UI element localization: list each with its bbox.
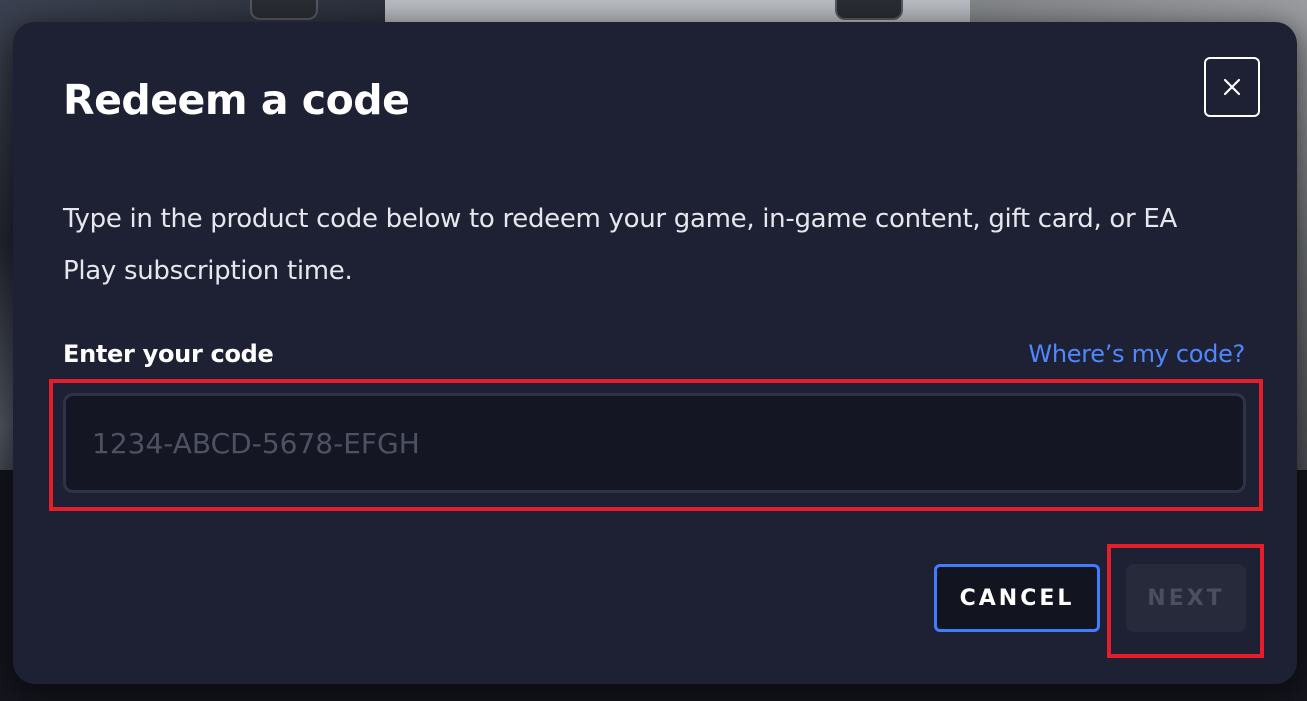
dialog-description: Type in the product code below to redeem…	[63, 204, 1177, 286]
cancel-button[interactable]: CANCEL	[934, 564, 1100, 632]
background-decoration	[250, 0, 318, 20]
close-button[interactable]	[1204, 57, 1260, 117]
next-button[interactable]: NEXT	[1126, 564, 1246, 632]
dialog-title: Redeem a code	[63, 76, 410, 124]
close-icon	[1223, 78, 1241, 96]
background-decoration	[835, 0, 903, 20]
code-input[interactable]	[63, 393, 1246, 493]
redeem-code-dialog: Redeem a code Type in the product code b…	[13, 22, 1297, 684]
wheres-my-code-link[interactable]: Where’s my code?	[1028, 340, 1245, 368]
code-field-label: Enter your code	[63, 340, 274, 368]
